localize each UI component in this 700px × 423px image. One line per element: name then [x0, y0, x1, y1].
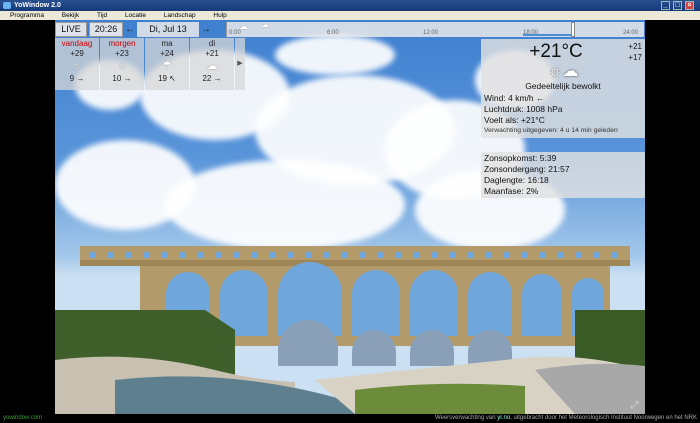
day-high: +23: [115, 49, 129, 58]
window-titlebar: YoWindow 2.0 _ □ ×: [0, 0, 700, 11]
current-conditions-panel: +21°C +21 +17 ☼☁ Gedeeltelijk bewolkt Wi…: [481, 39, 645, 138]
close-button[interactable]: ×: [685, 1, 694, 10]
credit-prefix: Weersverwachting van: [434, 415, 498, 421]
timeline-thumb[interactable]: [571, 22, 575, 37]
day-card-tomorrow[interactable]: morgen +23 ☼ 10 →: [100, 38, 144, 90]
moon-phase-value: 2%: [526, 186, 539, 196]
menu-landschap[interactable]: Landschap: [156, 11, 204, 20]
daylength-label: Daglengte:: [484, 175, 526, 185]
prev-day-arrow-icon[interactable]: ←: [123, 24, 137, 35]
app-icon: [3, 2, 11, 9]
sunrise-label: Zonsopkomst:: [484, 153, 538, 163]
moon-phase-label: Maanfase:: [484, 186, 524, 196]
sun-moon-panel: Zonsopkomst: 5:39 Zonsondergang: 21:57 D…: [481, 152, 645, 198]
feels-like-value: +21°C: [520, 115, 545, 125]
wind-label: Wind:: [484, 93, 506, 103]
menu-hulp[interactable]: Hulp: [205, 11, 234, 20]
timeline-tick: 24:00: [623, 30, 639, 36]
cloud: [165, 160, 405, 250]
issued-label: Verwachting uitgegeven:: [484, 127, 559, 134]
menu-locatie[interactable]: Locatie: [117, 11, 154, 20]
high-low-temps: +21 +17: [628, 41, 642, 63]
fullscreen-icon[interactable]: ⤢: [629, 400, 640, 411]
menu-tijd[interactable]: Tijd: [89, 11, 115, 20]
day-name: vandaag: [61, 39, 93, 48]
day-name: ma: [161, 39, 173, 48]
cloud-icon: ☁: [261, 20, 269, 29]
site-link[interactable]: yowindow.com: [3, 414, 42, 423]
day-card-today[interactable]: vandaag +29 ☼ 9 →: [55, 38, 99, 90]
forecast-credit: Weersverwachting van yr.no, uitgebracht …: [435, 414, 697, 423]
sun-icon: ☼: [71, 60, 83, 72]
current-low: +17: [628, 53, 642, 62]
pressure-label: Luchtdruk:: [484, 104, 524, 114]
wind-arrow-icon: →: [123, 74, 132, 83]
day-low: 9: [69, 74, 75, 83]
time-slider[interactable]: ☁ ☁ 0:00 6:00 12:00 18:00 24:00: [226, 20, 644, 37]
timeline-tick: 12:00: [423, 30, 439, 36]
sunset-value: 21:57: [548, 164, 570, 174]
day-high: +24: [160, 49, 174, 58]
time-display[interactable]: 20:26: [89, 22, 123, 37]
pressure-value: 1008 hPa: [526, 104, 563, 114]
feels-like-label: Voelt als:: [484, 115, 519, 125]
wind-arrow-icon: →: [213, 74, 222, 83]
landscape-ground: [55, 310, 645, 414]
menu-programma[interactable]: Programma: [0, 11, 52, 20]
cloud: [275, 35, 395, 75]
wind-arrow-icon: ↖: [169, 74, 176, 83]
partly-cloudy-icon: ☁: [206, 60, 218, 72]
sunrise-value: 5:39: [539, 153, 557, 163]
yr-link[interactable]: yr.no: [497, 415, 510, 421]
timeline-tick: 6:00: [327, 30, 339, 36]
menu-bar: Programma Bekijk Tijd Locatie Landschap …: [0, 11, 700, 20]
toolbar: LIVE 20:26 ← Di, Jul 13 →: [55, 22, 213, 37]
day-name: di: [208, 39, 216, 48]
day-high: +21: [205, 49, 219, 58]
window-title: YoWindow 2.0: [14, 2, 61, 9]
expand-forecast-arrow-icon[interactable]: ▶: [235, 38, 245, 90]
day-low: 22: [202, 74, 212, 83]
current-temperature: +21°C: [529, 41, 583, 62]
current-high: +21: [628, 42, 642, 51]
next-day-arrow-icon[interactable]: →: [199, 24, 213, 35]
day-card-ma[interactable]: ma +24 ☂ 19 ↖: [145, 38, 189, 90]
date-display[interactable]: Di, Jul 13: [137, 22, 199, 37]
credit-suffix: , uitgebracht door het Meteorologisch In…: [510, 415, 697, 421]
sunset-label: Zonsondergang:: [484, 164, 546, 174]
status-bar: yowindow.com Weersverwachting van yr.no,…: [0, 414, 700, 423]
daily-forecast: vandaag +29 ☼ 9 → morgen +23 ☼ 10 → ma +…: [55, 38, 245, 90]
rain-icon: ☂: [162, 60, 172, 72]
timeline-progress: [523, 34, 573, 36]
day-high: +29: [70, 49, 84, 58]
wind-value: 4 km/h ←: [508, 93, 545, 103]
day-card-di[interactable]: di +21 ☁ 22 →: [190, 38, 234, 90]
sun-icon: ☼: [116, 60, 128, 72]
wind-arrow-icon: →: [76, 74, 85, 83]
partly-cloudy-icon: ☼☁: [547, 63, 579, 80]
day-low: 10: [112, 74, 122, 83]
menu-bekijk[interactable]: Bekijk: [54, 11, 87, 20]
day-name: morgen: [108, 39, 136, 48]
timeline-tick: 0:00: [229, 30, 241, 36]
maximize-button[interactable]: □: [673, 1, 682, 10]
day-low: 19: [158, 74, 167, 83]
issued-value: 4 u 14 min geleden: [559, 127, 618, 134]
weather-description: Gedeeltelijk bewolkt: [525, 81, 601, 91]
daylength-value: 16:18: [527, 175, 549, 185]
minimize-button[interactable]: _: [661, 1, 670, 10]
live-button[interactable]: LIVE: [55, 22, 87, 37]
